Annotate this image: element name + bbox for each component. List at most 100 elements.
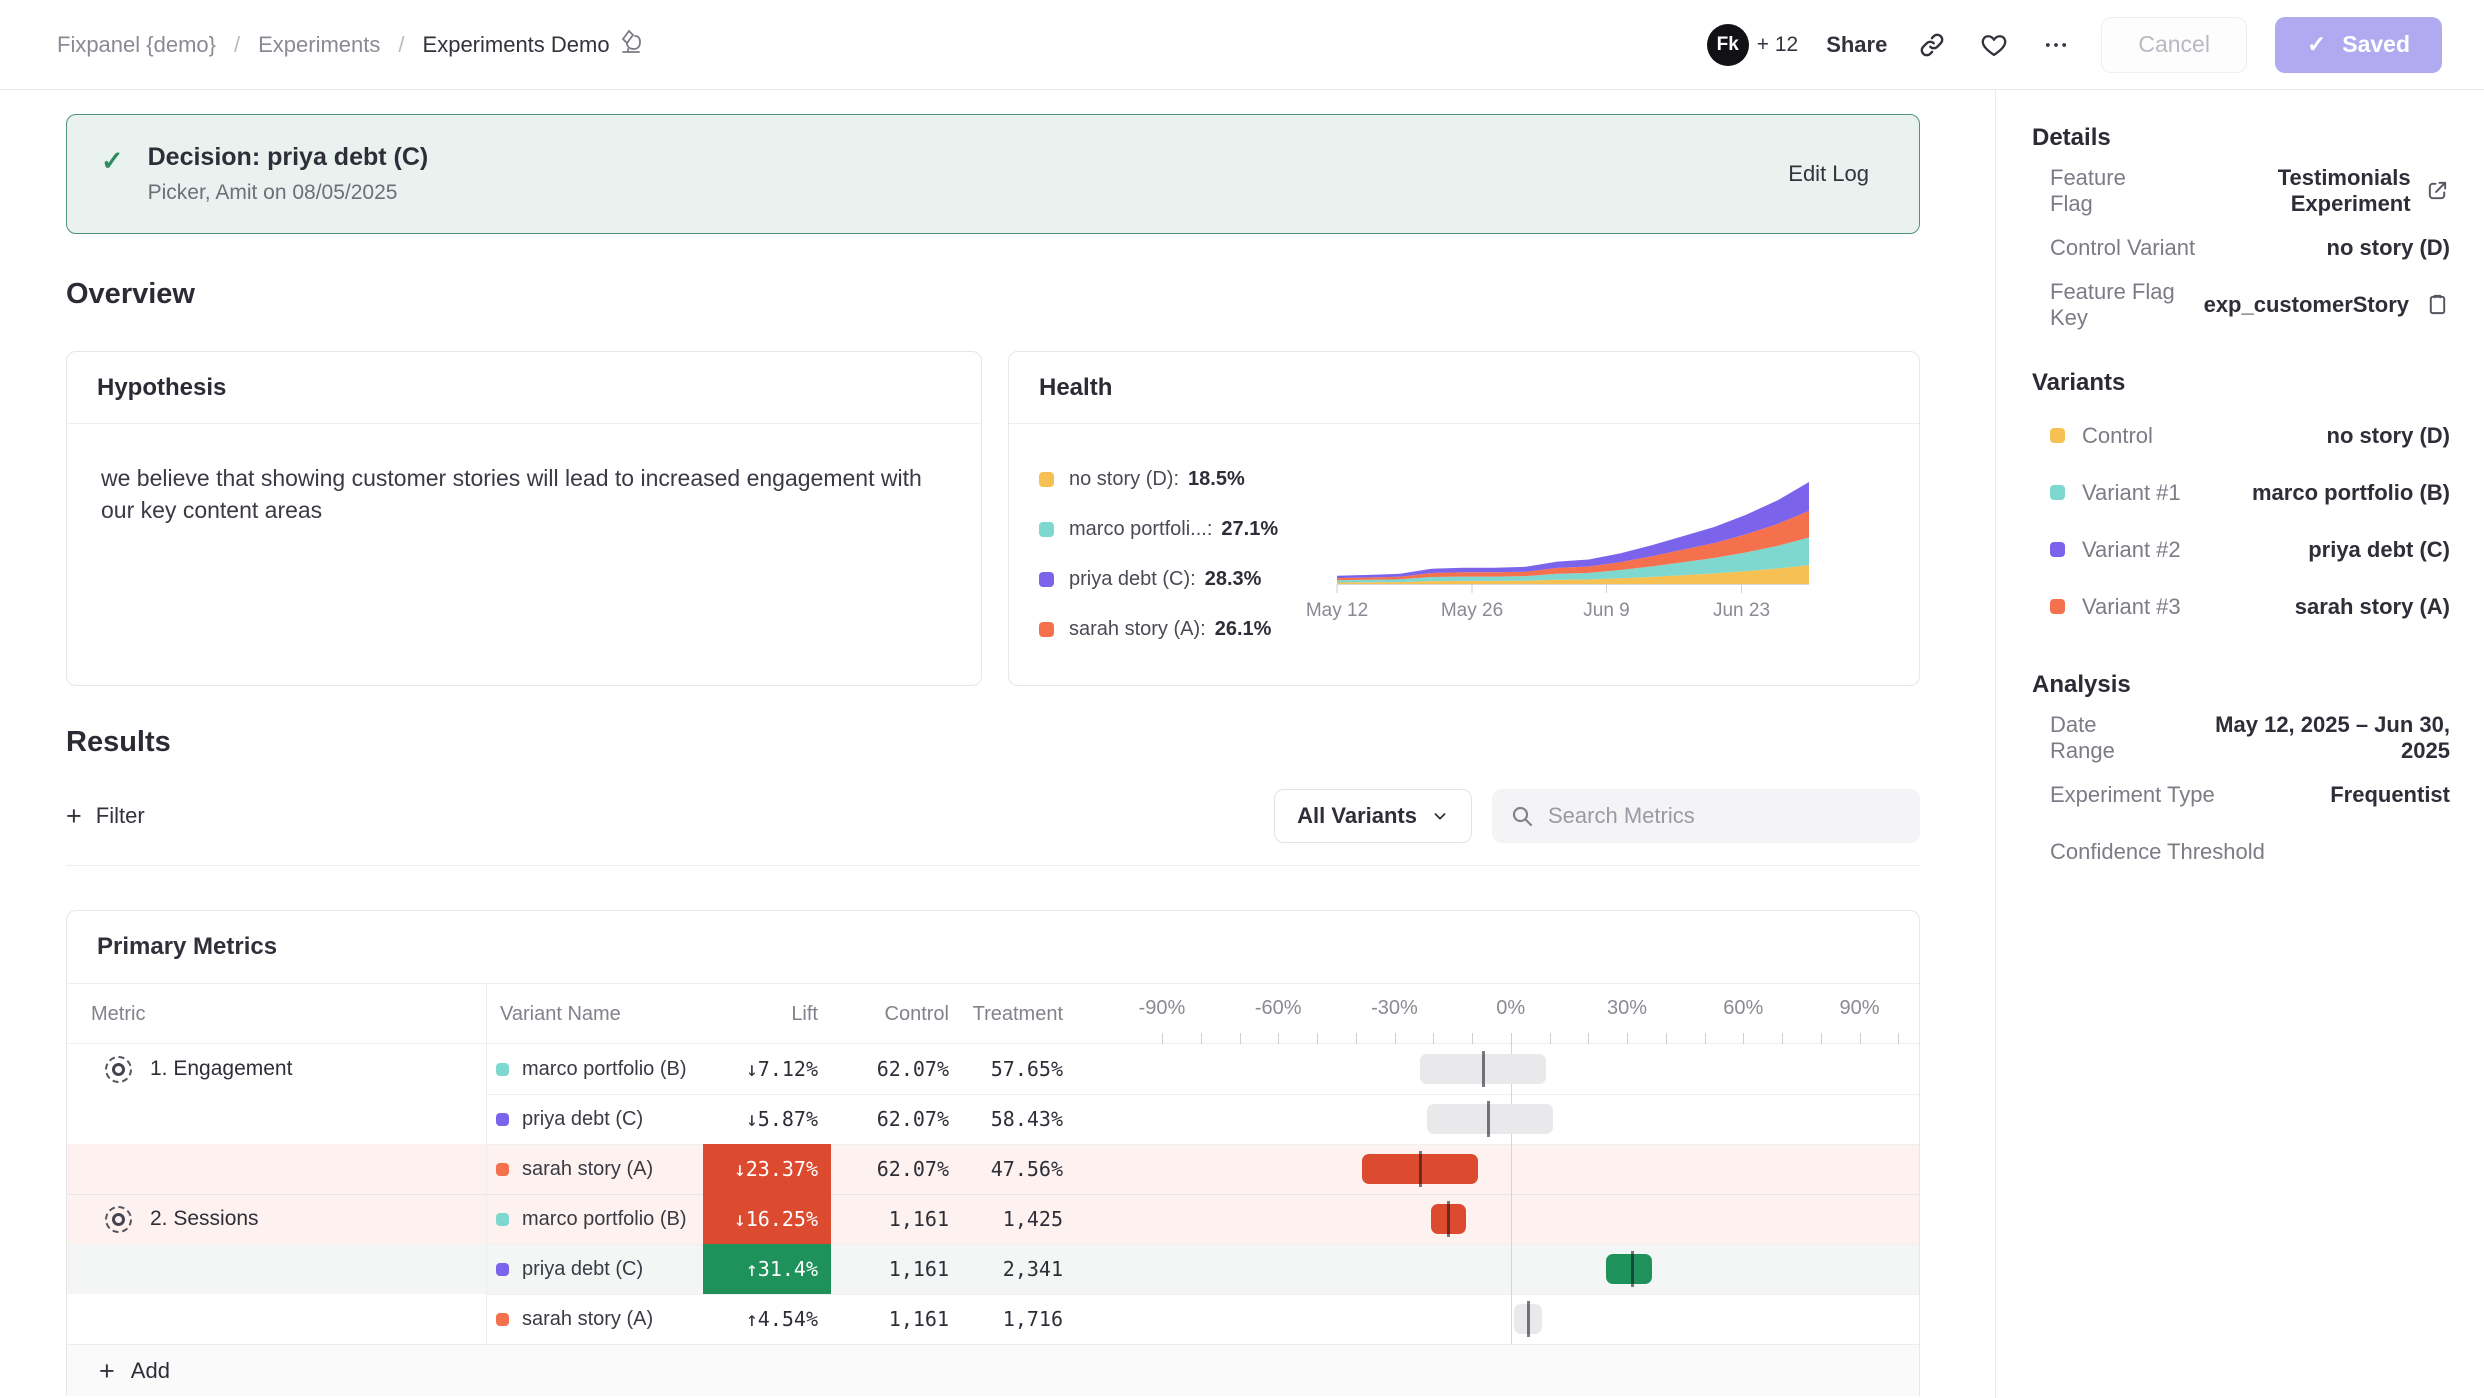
favorite-heart-icon[interactable] (1977, 28, 2011, 62)
decision-banner: ✓ Decision: priya debt (C) Picker, Amit … (66, 114, 1920, 234)
decision-subtitle: Picker, Amit on 08/05/2025 (148, 181, 429, 205)
legend-swatch (1039, 472, 1054, 487)
col-control: Control (831, 1003, 949, 1026)
legend-label: sarah story (A): (1069, 618, 1206, 641)
metric-cell: 2. Sessions (67, 1194, 486, 1244)
details-rows: Feature FlagTestimonials ExperimentContr… (2032, 162, 2450, 333)
breadcrumb-item[interactable]: Experiments (258, 32, 380, 58)
table-row[interactable]: 2. Sessionsmarco portfolio (B)↓16.25%1,1… (67, 1194, 1919, 1244)
sidebar-row: Variant #1marco portfolio (B) (2032, 464, 2450, 521)
axis-tick (1356, 1033, 1357, 1044)
variant-color-dot (496, 1163, 509, 1176)
table-row[interactable]: priya debt (C)↑31.4%1,1612,341 (67, 1244, 1919, 1294)
variant-color-dot (496, 1213, 509, 1226)
edit-log-button[interactable]: Edit Log (1788, 161, 1869, 187)
axis-tick (1666, 1033, 1667, 1044)
clipboard-icon[interactable] (2424, 292, 2450, 318)
sidebar-row-label: Feature Flag (2050, 165, 2168, 217)
share-button[interactable]: Share (1826, 32, 1887, 58)
axis-tick (1782, 1033, 1783, 1044)
control-value: 1,161 (831, 1194, 949, 1244)
variant-color-dot (2050, 599, 2065, 614)
variant-cell: sarah story (A) (496, 1294, 653, 1344)
axis-tick (1201, 1033, 1202, 1044)
variant-cell: marco portfolio (B) (496, 1044, 687, 1094)
sidebar-row: Variant #3sarah story (A) (2032, 578, 2450, 635)
col-treatment: Treatment (949, 1003, 1063, 1026)
breadcrumb-item[interactable]: Experiments Demo (423, 29, 642, 61)
copy-link-icon[interactable] (1915, 28, 1949, 62)
variant-name: sarah story (A) (522, 1308, 653, 1331)
legend-value: 26.1% (1215, 618, 1272, 641)
mean-lift-marker (1487, 1101, 1490, 1137)
add-metric-button[interactable]: + Add (67, 1344, 1919, 1396)
svg-text:Jun 9: Jun 9 (1583, 600, 1629, 621)
legend-item: marco portfoli...:27.1% (1039, 518, 1319, 541)
table-row[interactable]: sarah story (A)↑4.54%1,1611,716 (67, 1294, 1919, 1344)
col-metric: Metric (91, 1003, 145, 1026)
axis-tick (1433, 1033, 1434, 1044)
axis-tick (1550, 1033, 1551, 1044)
chevron-down-icon (1431, 807, 1449, 825)
control-value: 62.07% (831, 1094, 949, 1144)
sidebar-row-label: Variant #1 (2050, 480, 2181, 506)
sidebar-row-value: exp_customerStory (2204, 292, 2450, 318)
legend-value: 18.5% (1188, 468, 1245, 491)
search-metrics-box[interactable] (1492, 789, 1920, 843)
ci-chart-cell (1131, 1244, 1906, 1294)
variant-cell: marco portfolio (B) (496, 1194, 687, 1244)
mean-lift-marker (1482, 1051, 1485, 1087)
confidence-interval-bar (1427, 1104, 1553, 1134)
search-icon (1510, 804, 1534, 828)
saved-button[interactable]: ✓ Saved (2275, 17, 2442, 73)
variant-cell: priya debt (C) (496, 1244, 643, 1294)
axis-tick (1705, 1033, 1706, 1044)
variant-color-dot (2050, 428, 2065, 443)
metric-cell: 1. Engagement (67, 1044, 486, 1094)
legend-swatch (1039, 622, 1054, 637)
more-options-icon[interactable] (2039, 28, 2073, 62)
avatar-overflow-count[interactable]: + 12 (1757, 33, 1798, 57)
results-divider (66, 865, 1920, 866)
axis-tick (1240, 1033, 1241, 1044)
sidebar-row-label: Control (2050, 423, 2153, 449)
collaborator-avatars[interactable]: Fk + 12 (1707, 24, 1798, 66)
primary-metrics-card: Primary Metrics Metric Variant Name Lift… (66, 910, 1920, 1396)
svg-text:May 26: May 26 (1441, 600, 1503, 621)
axis-tick (1472, 1033, 1473, 1044)
axis-tick-label: -60% (1255, 997, 1302, 1020)
sidebar-row-value: no story (D) (2327, 423, 2450, 449)
variant-color-dot (496, 1263, 509, 1276)
external-link-icon[interactable] (2426, 178, 2450, 204)
axis-tick (1395, 1033, 1396, 1044)
health-card: Health no story (D):18.5% marco portfoli.… (1008, 351, 1920, 686)
legend-item: no story (D):18.5% (1039, 468, 1319, 491)
mean-lift-marker (1527, 1301, 1530, 1337)
decision-check-icon: ✓ (101, 146, 124, 177)
control-value: 1,161 (831, 1244, 949, 1294)
col-lift: Lift (703, 1003, 818, 1026)
legend-value: 28.3% (1205, 568, 1262, 591)
search-metrics-input[interactable] (1548, 803, 1902, 829)
col-variant: Variant Name (500, 1003, 621, 1026)
hypothesis-body: we believe that showing customer stories… (67, 424, 981, 564)
table-header: Metric Variant Name Lift Control Treatme… (67, 984, 1919, 1044)
breadcrumb-separator: / (234, 32, 240, 58)
cancel-button[interactable]: Cancel (2101, 17, 2247, 73)
table-row[interactable]: 1. Engagementmarco portfolio (B)↓7.12%62… (67, 1044, 1919, 1094)
primary-metrics-title: Primary Metrics (67, 911, 1919, 984)
treatment-value: 1,425 (949, 1194, 1063, 1244)
health-title: Health (1009, 352, 1919, 424)
sidebar-row-label: Experiment Type (2050, 782, 2215, 808)
table-row[interactable]: sarah story (A)↓23.37%62.07%47.56% (67, 1144, 1919, 1194)
variants-dropdown[interactable]: All Variants (1274, 789, 1472, 843)
breadcrumb-item[interactable]: Fixpanel {demo} (57, 32, 216, 58)
axis-tick (1860, 1033, 1861, 1044)
analysis-section: Analysis Date RangeMay 12, 2025 – Jun 30… (2032, 671, 2450, 880)
avatar[interactable]: Fk (1707, 24, 1749, 66)
table-row[interactable]: priya debt (C)↓5.87%62.07%58.43% (67, 1094, 1919, 1144)
add-filter-button[interactable]: + Filter (66, 803, 145, 830)
control-value: 62.07% (831, 1144, 949, 1194)
variant-cell: priya debt (C) (496, 1094, 643, 1144)
main-content: ✓ Decision: priya debt (C) Picker, Amit … (0, 90, 1995, 1398)
